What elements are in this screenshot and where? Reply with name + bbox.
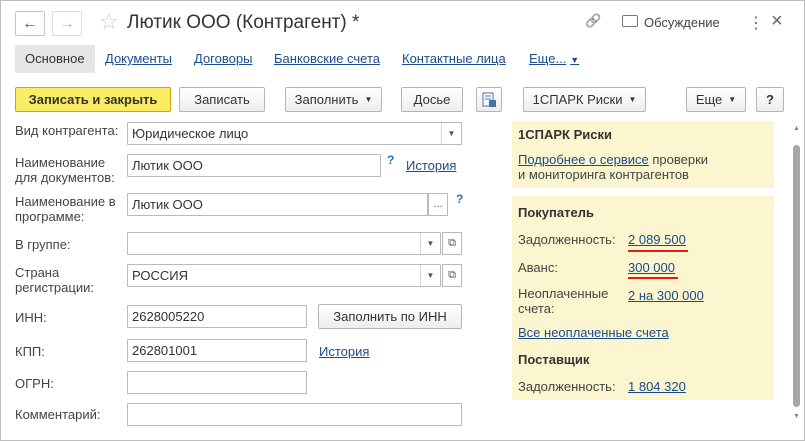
vertical-scrollbar[interactable]: ▲ ▼: [791, 123, 803, 423]
ogrn-label: ОГРН:: [15, 376, 54, 391]
chevron-down-icon: ▼: [628, 95, 637, 104]
fill-button[interactable]: Заполнить ▼: [285, 87, 382, 112]
buyer-debt-label: Задолженность:: [518, 232, 616, 247]
advance-red-underline: [628, 277, 678, 279]
open-icon: ⧉: [448, 269, 456, 281]
help-mark[interactable]: ?: [387, 153, 394, 167]
kpp-input[interactable]: 262801001: [127, 339, 307, 362]
supplier-title: Поставщик: [518, 352, 590, 367]
tab-documents[interactable]: Документы: [105, 45, 172, 73]
tab-bank-accounts[interactable]: Банковские счета: [274, 45, 380, 73]
forward-button[interactable]: →: [52, 11, 82, 36]
chevron-down-icon: ▼: [728, 95, 737, 104]
spark-risks-button[interactable]: 1СПАРК Риски ▼: [523, 87, 646, 112]
kind-value: Юридическое лицо: [132, 126, 249, 141]
discussion-icon[interactable]: [622, 15, 638, 27]
kpp-label: КПП:: [15, 344, 45, 359]
progname-select-button[interactable]: ...: [428, 193, 448, 216]
open-icon: ⧉: [448, 237, 456, 249]
group-select[interactable]: ▼: [127, 232, 441, 255]
inn-input[interactable]: 2628005220: [127, 305, 307, 328]
unpaid-link[interactable]: 2 на 300 000: [628, 288, 704, 303]
debt-red-underline: [628, 250, 688, 252]
advance-link[interactable]: 300 000: [628, 260, 675, 275]
supplier-debt-link[interactable]: 1 804 320: [628, 379, 686, 394]
document-report-icon: [482, 92, 496, 107]
kpp-history-link[interactable]: История: [319, 344, 369, 359]
tab-main[interactable]: Основное: [15, 45, 95, 73]
kind-select[interactable]: Юридическое лицо ▼: [127, 122, 462, 145]
comment-input[interactable]: [127, 403, 462, 426]
fill-by-inn-button[interactable]: Заполнить по ИНН: [318, 304, 462, 329]
supplier-debt-label: Задолженность:: [518, 379, 616, 394]
save-and-close-button[interactable]: Записать и закрыть: [15, 87, 171, 112]
scroll-up-icon[interactable]: ▲: [793, 125, 800, 132]
buyer-debt-link[interactable]: 2 089 500: [628, 232, 686, 247]
arrow-left-icon: ←: [22, 14, 38, 32]
kind-label: Вид контрагента:: [15, 123, 119, 138]
chevron-down-icon[interactable]: ▼: [420, 265, 440, 286]
help-mark[interactable]: ?: [456, 192, 463, 206]
docname-history-link[interactable]: История: [406, 158, 456, 173]
chevron-down-icon: ▼: [364, 95, 373, 104]
progname-label: Наименование в программе:: [15, 194, 116, 224]
more-menu-icon[interactable]: ⋮: [748, 13, 764, 33]
print-report-button[interactable]: [476, 87, 502, 112]
group-label: В группе:: [15, 237, 71, 252]
chevron-down-icon[interactable]: ▼: [441, 123, 461, 144]
docname-input[interactable]: Лютик ООО: [127, 154, 381, 177]
spark-risks-label: 1СПАРК Риски: [532, 92, 623, 107]
tab-more[interactable]: Еще... ▼: [529, 45, 579, 73]
fill-button-label: Заполнить: [294, 92, 359, 107]
chevron-down-icon: ▼: [570, 55, 580, 65]
country-label: Страна регистрации:: [15, 265, 94, 295]
advance-label: Аванс:: [518, 260, 558, 275]
counterparty-window: ← → ☆ Лютик ООО (Контрагент) * 🔗 Обсужде…: [0, 0, 805, 441]
buyer-title: Покупатель: [518, 205, 594, 220]
group-open-button[interactable]: ⧉: [442, 232, 462, 255]
arrow-right-icon: →: [59, 14, 75, 32]
unpaid-label: Неоплаченные счета:: [518, 286, 609, 316]
close-icon[interactable]: ×: [771, 10, 783, 33]
spark-panel-text: Подробнее о сервисе проверки: [518, 152, 708, 167]
docname-label: Наименование для документов:: [15, 155, 115, 185]
favorite-star-icon[interactable]: ☆: [99, 10, 119, 34]
window-title: Лютик ООО (Контрагент) *: [127, 12, 360, 33]
discussion-label[interactable]: Обсуждение: [644, 15, 720, 30]
chevron-down-icon[interactable]: ▼: [420, 233, 440, 254]
spark-panel: 1СПАРК Риски Подробнее о сервисе проверк…: [512, 121, 774, 188]
link-icon[interactable]: 🔗: [585, 13, 601, 29]
spark-more-link[interactable]: Подробнее о сервисе: [518, 152, 649, 167]
ogrn-input[interactable]: [127, 371, 307, 394]
tab-more-label: Еще...: [529, 51, 567, 66]
spark-text-2: и мониторинга контрагентов: [518, 167, 689, 182]
spark-text-1: проверки: [648, 152, 709, 167]
scroll-thumb[interactable]: [793, 145, 800, 407]
inn-label: ИНН:: [15, 310, 47, 325]
help-button[interactable]: ?: [756, 87, 784, 112]
spark-panel-title: 1СПАРК Риски: [518, 127, 612, 142]
tab-contacts[interactable]: Контактные лица: [402, 45, 506, 73]
country-open-button[interactable]: ⧉: [442, 264, 462, 287]
settlements-panel: Покупатель Задолженность: 2 089 500 Аван…: [512, 196, 774, 400]
all-unpaid-link[interactable]: Все неоплаченные счета: [518, 325, 669, 340]
more-button[interactable]: Еще ▼: [686, 87, 746, 112]
tab-contracts[interactable]: Договоры: [194, 45, 252, 73]
progname-input[interactable]: Лютик ООО: [127, 193, 428, 216]
dossier-button[interactable]: Досье: [401, 87, 463, 112]
scroll-down-icon[interactable]: ▼: [793, 413, 800, 420]
back-button[interactable]: ←: [15, 11, 45, 36]
country-value: РОССИЯ: [132, 268, 189, 283]
comment-label: Комментарий:: [15, 407, 101, 422]
country-select[interactable]: РОССИЯ ▼: [127, 264, 441, 287]
save-button[interactable]: Записать: [179, 87, 265, 112]
title-bar: ← → ☆ Лютик ООО (Контрагент) * 🔗 Обсужде…: [1, 1, 805, 43]
more-button-label: Еще: [695, 92, 723, 107]
